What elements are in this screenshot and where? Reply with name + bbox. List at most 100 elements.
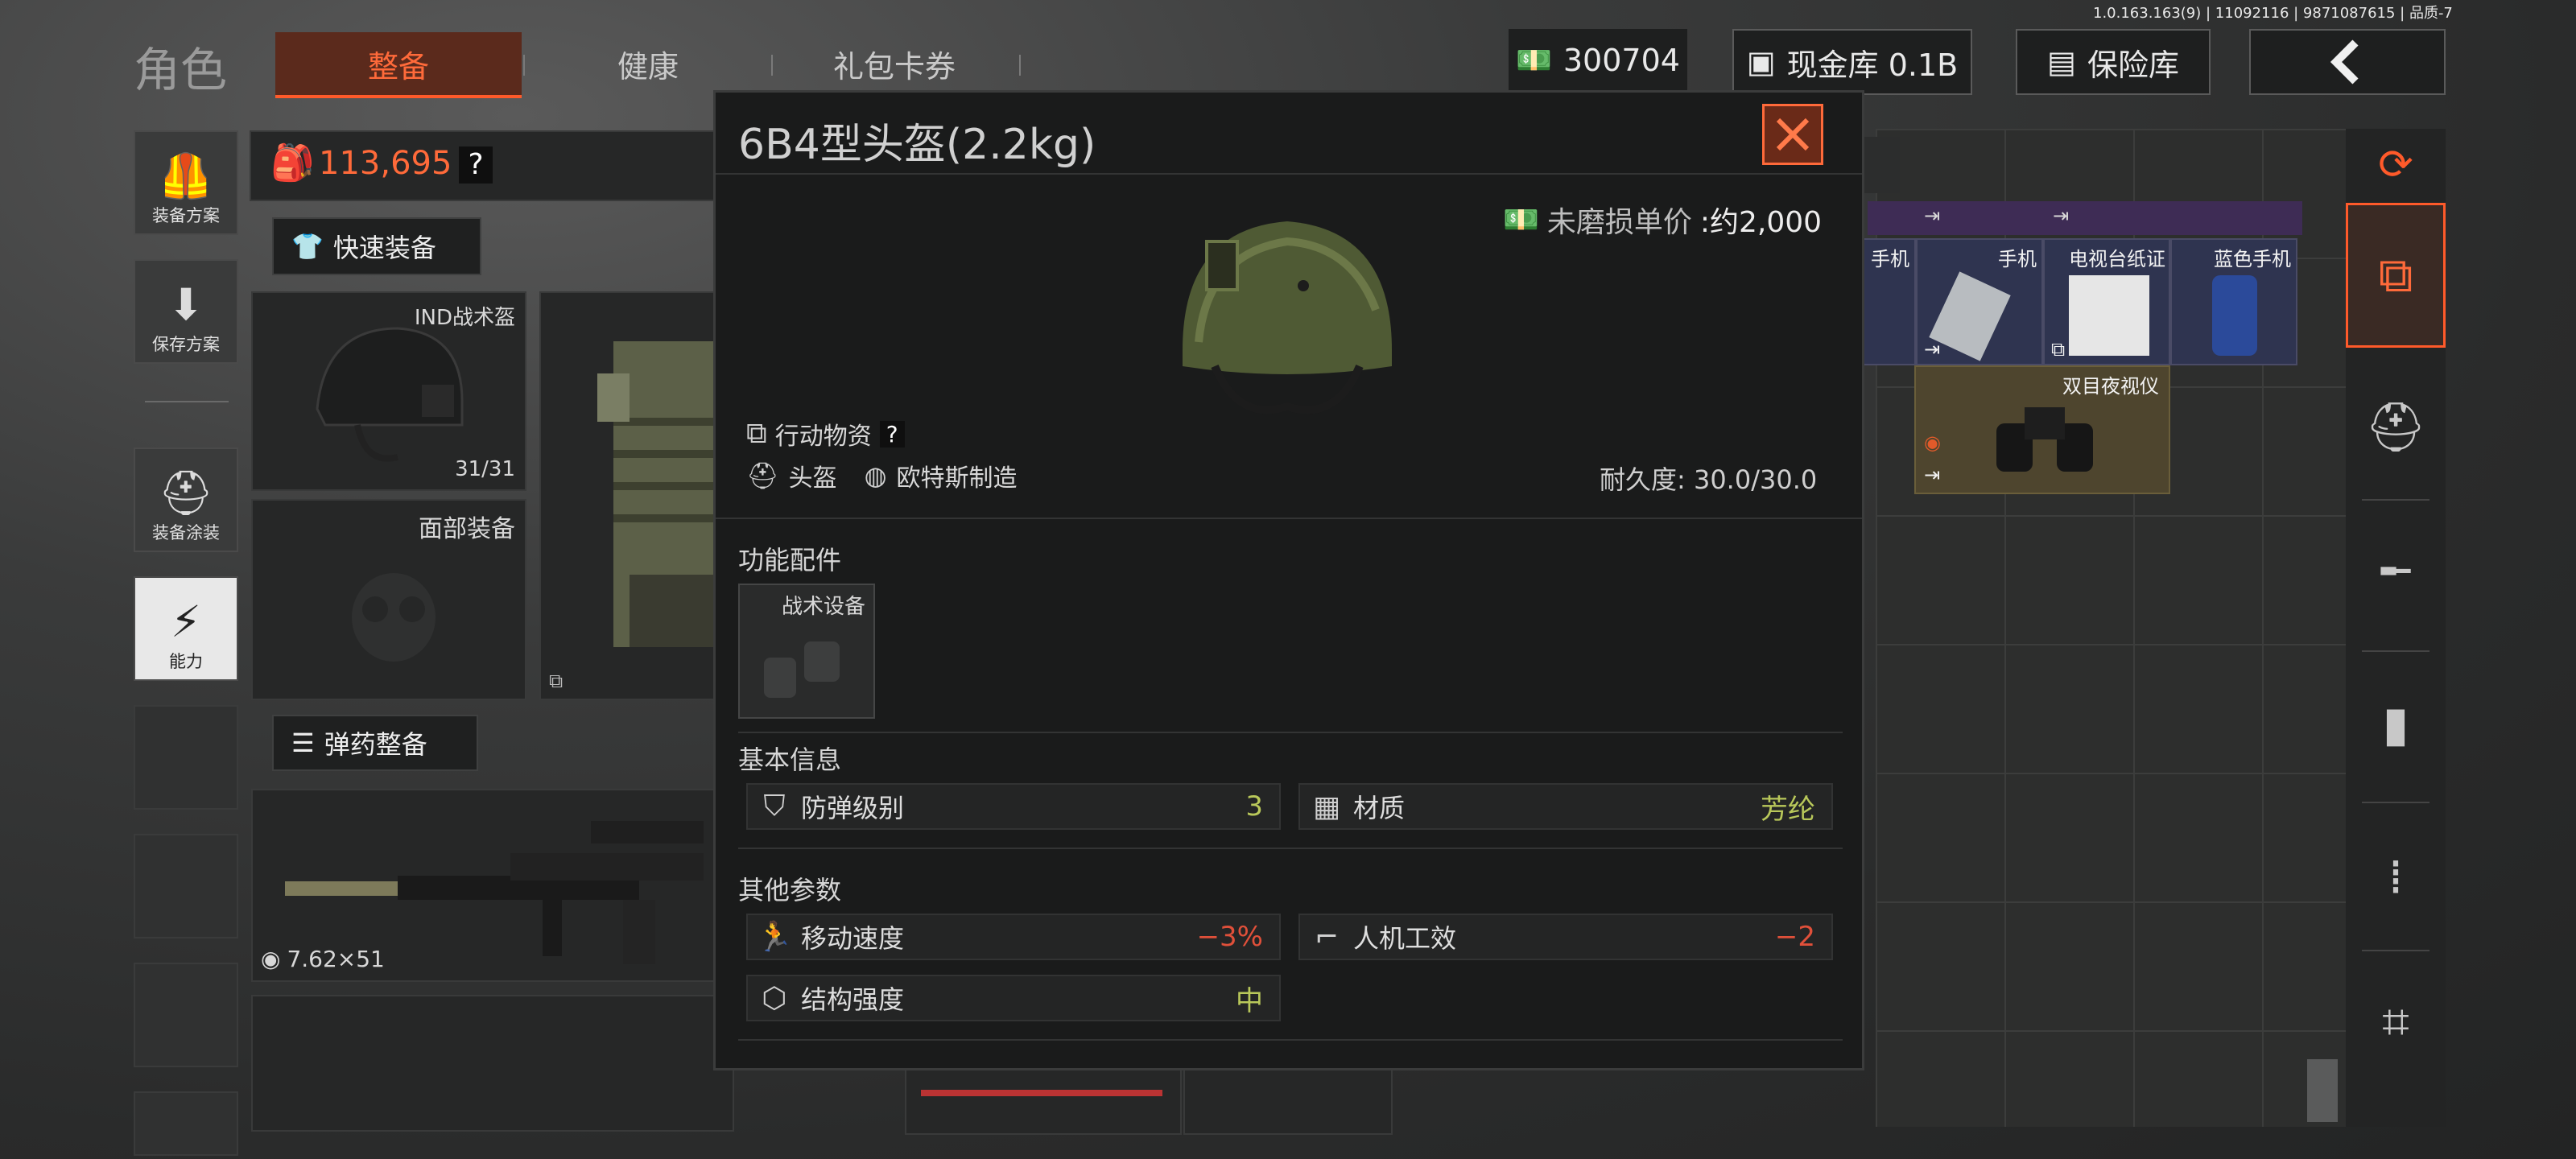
tab-divider <box>523 55 525 76</box>
grid-scrollbar[interactable] <box>2307 1059 2338 1122</box>
close-button[interactable] <box>1762 104 1823 165</box>
rail-label: 装备方案 <box>152 206 220 225</box>
stat-armor-class: ⛉ 防弹级别 3 <box>746 783 1281 830</box>
box-icon: ⧉ <box>746 417 767 450</box>
grid-item-label: 手机 <box>1871 248 1909 270</box>
cash-icon: 💵 <box>1516 44 1552 77</box>
face-mask-icon <box>352 573 436 662</box>
category-ammo-icon[interactable]: ⁞ <box>2346 821 2446 934</box>
safe-box-label: 保险库 <box>2087 47 2179 83</box>
helmet-image <box>1183 221 1392 415</box>
category-magazine-icon[interactable]: ▮ <box>2346 668 2446 781</box>
phone-image <box>1929 271 2011 361</box>
rail-label: 装备涂装 <box>152 523 220 542</box>
primary-weapon-slot[interactable]: ◉ 7.62×51 <box>251 789 734 982</box>
helmet-type-icon: ⛑ <box>746 460 779 491</box>
category-divider <box>2362 650 2429 652</box>
sort-items-icon[interactable]: ⟳ <box>2346 121 2446 209</box>
equipment-skin-button[interactable]: ⛑ 装备涂装 <box>134 448 238 552</box>
grid-item-label: 双目夜视仪 <box>2062 375 2159 398</box>
stat-name: 防弹级别 <box>801 793 905 823</box>
ammo-list-icon: ☰ <box>291 728 315 758</box>
stat-ergonomics: ⌐ 人机工效 −2 <box>1298 914 1833 960</box>
material-icon: ▦ <box>1312 790 1340 823</box>
quick-equip-label: 快速装备 <box>332 233 436 263</box>
item-out-icon: ⇥ <box>1924 338 1941 361</box>
tag-action-label: 行动物资 <box>774 423 872 451</box>
tab-equip[interactable]: 整备 <box>275 32 522 98</box>
stat-value: −2 <box>1774 921 1815 953</box>
tab-divider <box>771 55 773 76</box>
shield-icon: ⛉ <box>763 790 786 823</box>
tag-maker-label: 欧特斯制造 <box>896 464 1018 493</box>
tag-action-supply: ⧉ 行动物资 ? <box>746 416 905 452</box>
tv-pass-image <box>2069 275 2149 356</box>
item-out-icon: ⇥ <box>1924 464 1941 486</box>
structure-icon: ⬡ <box>762 981 787 1015</box>
ammo-equip-label: 弹药整备 <box>324 729 427 760</box>
stat-material: ▦ 材质 芳纶 <box>1298 783 1833 830</box>
tab-health[interactable]: 健康 <box>531 32 765 95</box>
item-detail-modal: 6B4型头盔(2.2kg) 💵 未磨损单价 :约2,000 ⧉ 行动物资 ? ⛑… <box>713 90 1864 1070</box>
durability-text: 耐久度: 30.0/30.0 <box>1600 464 1818 495</box>
helmet-slot[interactable]: IND战术盔 31/31 <box>251 291 526 491</box>
stat-name: 移动速度 <box>801 923 905 954</box>
currency-value: 300704 <box>1563 43 1680 78</box>
loadout-plan-button[interactable]: 🦺 装备方案 <box>134 130 238 235</box>
secondary-weapon-slot[interactable] <box>251 995 734 1132</box>
section-title: 角色 <box>134 43 228 97</box>
face-slot-label: 面部装备 <box>419 515 515 543</box>
cash-vault-button[interactable]: ▣ 现金库 0.1B <box>1732 29 1972 95</box>
category-divider <box>2362 499 2429 501</box>
download-icon: ⬇ <box>167 279 204 330</box>
armor-slot[interactable]: ⧉ <box>539 291 734 700</box>
safe-icon: ▤ <box>2047 44 2076 80</box>
category-rifle-icon[interactable]: ╾ <box>2346 515 2446 628</box>
empty-rail-slot <box>134 834 238 938</box>
help-icon[interactable]: ? <box>459 146 493 184</box>
tag-item-type: ⛑ 头盔 ◍ 欧特斯制造 <box>746 458 1018 493</box>
rail-label: 保存方案 <box>152 335 220 354</box>
ammo-equip-button[interactable]: ☰ 弹药整备 <box>272 715 478 771</box>
manufacturer-icon: ◍ <box>864 460 887 491</box>
blue-phone-image <box>2212 275 2257 356</box>
accessory-section-title: 功能配件 <box>738 545 842 575</box>
divider <box>738 848 1843 849</box>
divider <box>716 518 1862 519</box>
armor-tag-icon: ⧉ <box>549 670 564 692</box>
grid-item-phone[interactable]: 手机 ⇥ <box>1916 238 2043 365</box>
grid-item-blue-phone[interactable]: 蓝色手机 <box>2170 238 2297 365</box>
quick-equip-button[interactable]: 👕 快速装备 <box>272 217 481 275</box>
tab-gift-vouchers[interactable]: 礼包卡券 <box>778 32 1011 95</box>
help-icon[interactable]: ? <box>879 420 905 448</box>
category-divider <box>2362 802 2429 803</box>
other-params-title: 其他参数 <box>738 875 842 905</box>
category-divider <box>2362 950 2429 951</box>
item-tag-icon: ⧉ <box>2051 338 2066 361</box>
category-helmet-icon[interactable]: ⛑ <box>2346 370 2446 483</box>
divider <box>716 173 1862 175</box>
empty-rail-slot <box>134 963 238 1067</box>
category-attachment-icon[interactable]: ⌗ <box>2346 966 2446 1079</box>
stat-value: 芳纶 <box>1761 793 1815 826</box>
safe-box-button[interactable]: ▤ 保险库 <box>2016 29 2211 95</box>
grid-item-phone[interactable]: 手机 <box>1860 238 1916 365</box>
cash-vault-label: 现金库 0.1B <box>1786 47 1959 83</box>
back-button[interactable] <box>2249 29 2446 95</box>
running-icon: 🏃 <box>756 921 793 954</box>
purple-items-row: ⇥ ⇥ <box>1868 201 2302 235</box>
grid-item-label: 蓝色手机 <box>2214 248 2291 270</box>
grid-item-night-vision[interactable]: 双目夜视仪 ◉ ⇥ <box>1914 365 2170 494</box>
save-plan-button[interactable]: ⬇ 保存方案 <box>134 259 238 364</box>
empty-rail-slot <box>134 705 238 810</box>
night-vision-icon <box>764 641 840 698</box>
ability-button[interactable]: ⚡ 能力 <box>134 576 238 681</box>
rail-divider <box>145 401 229 402</box>
grid-item-tv-pass[interactable]: 电视台纸证 ⧉ <box>2043 238 2170 365</box>
tactical-device-slot[interactable]: 战术设备 <box>738 584 875 719</box>
basic-info-title: 基本信息 <box>738 744 842 775</box>
spray-icon: ⛑ <box>158 468 214 518</box>
category-all-icon[interactable]: ⧉ <box>2346 203 2446 348</box>
item-title: 6B4型头盔(2.2kg) <box>738 121 1096 169</box>
face-slot[interactable]: 面部装备 <box>251 499 526 700</box>
